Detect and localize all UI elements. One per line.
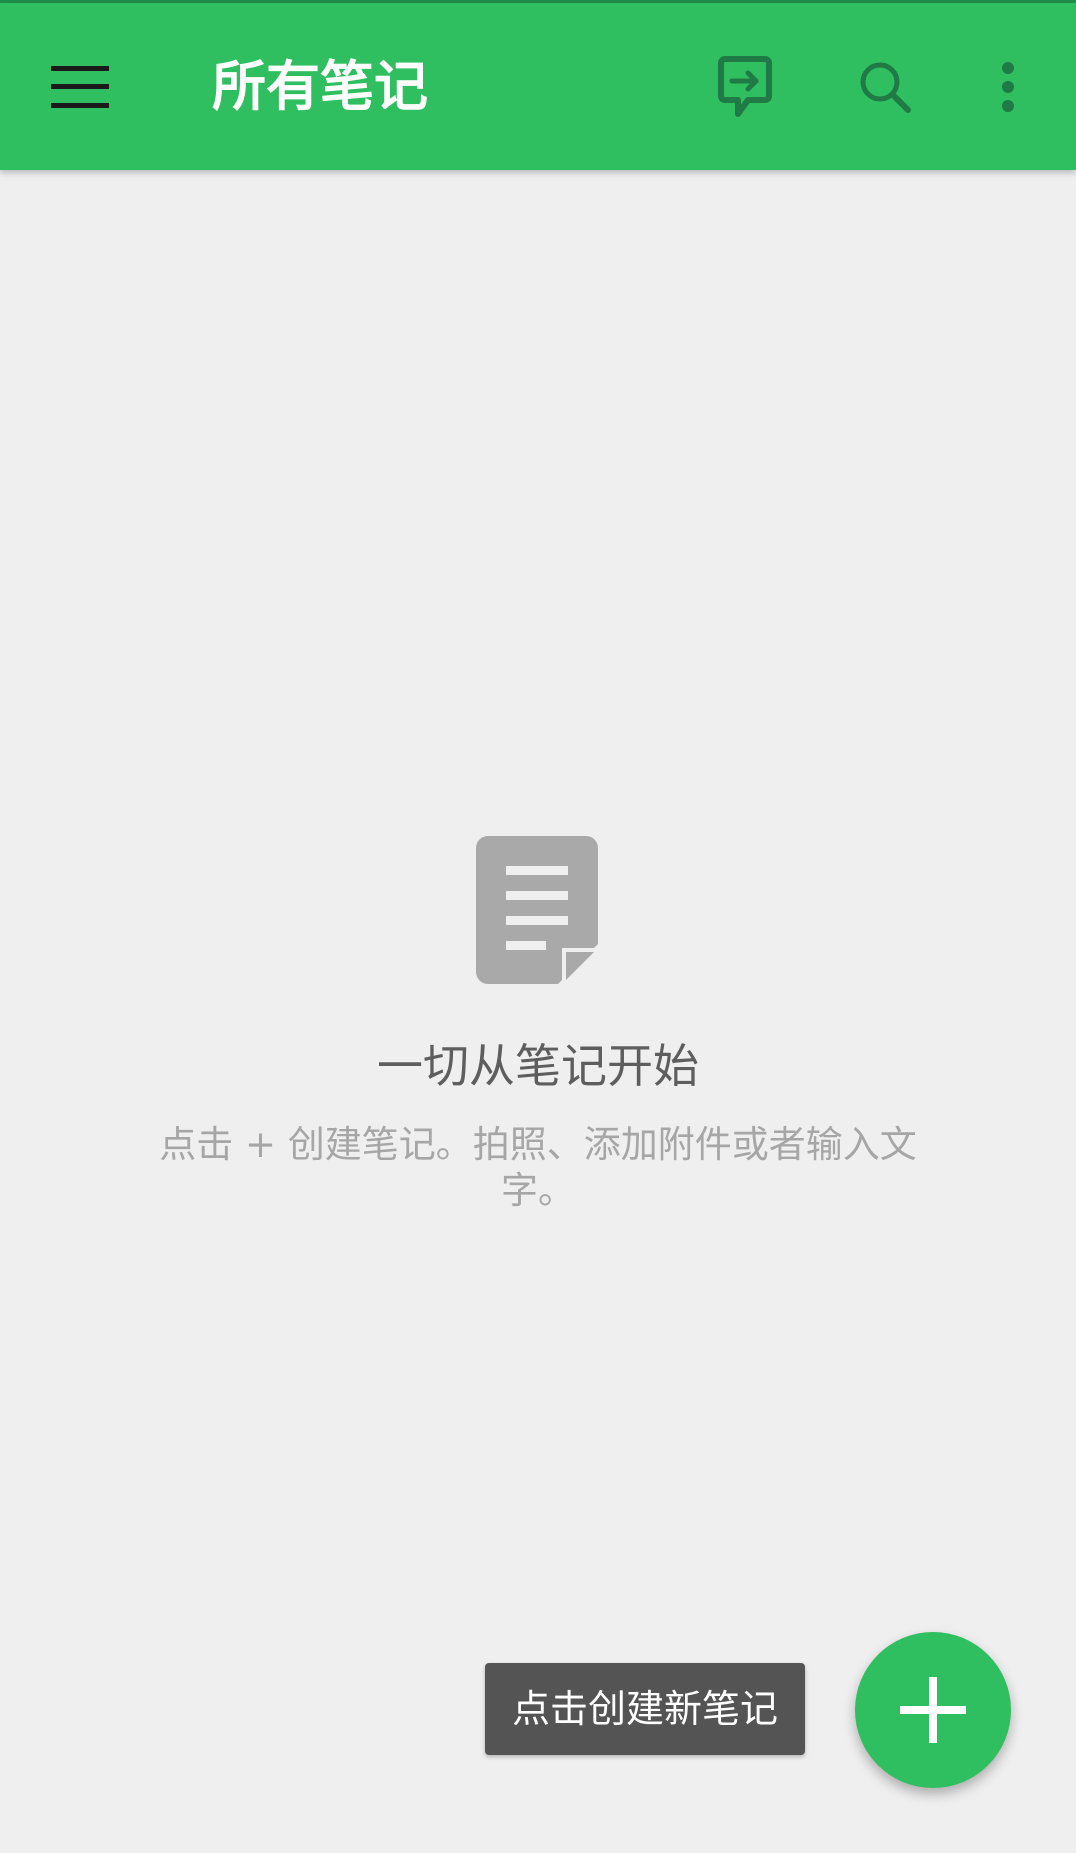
hamburger-menu-icon <box>51 65 109 108</box>
top-app-bar: 所有笔记 <box>0 3 1076 170</box>
note-document-icon <box>476 836 598 984</box>
search-icon <box>860 62 911 113</box>
more-vertical-icon <box>1002 61 1014 112</box>
more-options-button[interactable] <box>968 3 1048 170</box>
search-button[interactable] <box>840 3 930 170</box>
page-title: 所有笔记 <box>212 55 428 118</box>
sync-button[interactable] <box>700 3 790 170</box>
menu-button[interactable] <box>30 3 130 170</box>
plus-icon <box>900 1677 966 1743</box>
empty-state-title: 一切从笔记开始 <box>377 1039 699 1093</box>
empty-state-description: 点击 + 创建笔记。拍照、添加附件或者输入文字。 <box>159 1123 917 1212</box>
fab-tooltip: 点击创建新笔记 <box>485 1663 805 1755</box>
app-screen: 所有笔记 一切从笔记开始 点击 + 创建笔记。拍照、添加附件或者输入文字。 点击… <box>0 0 1076 1853</box>
create-note-fab[interactable] <box>855 1632 1011 1788</box>
sync-chat-icon <box>718 55 772 117</box>
